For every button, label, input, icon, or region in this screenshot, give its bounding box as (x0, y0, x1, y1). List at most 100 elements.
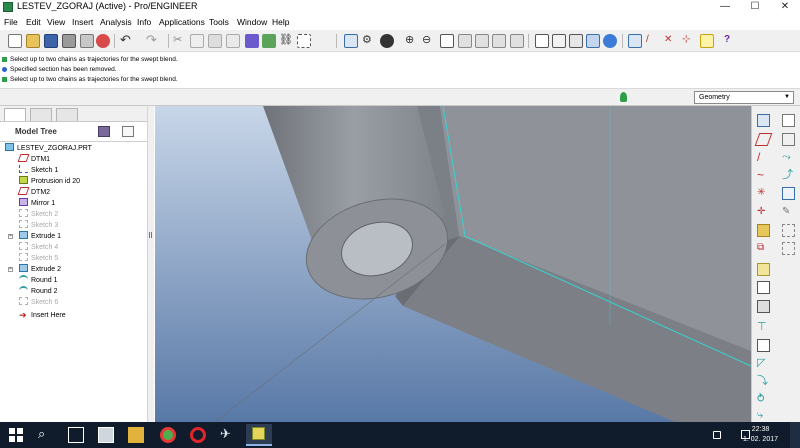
datum-points-icon[interactable]: ✕ (664, 34, 678, 48)
wireframe-icon[interactable] (535, 34, 549, 48)
zoom-in-icon[interactable]: ⊕ (405, 34, 419, 48)
view-manager-icon[interactable] (510, 34, 524, 48)
datum-plane-tool-icon[interactable] (782, 114, 795, 127)
search-icon[interactable]: ⌕ (38, 427, 54, 443)
extrude-tool-icon[interactable] (757, 224, 770, 237)
regenerate-icon[interactable] (245, 34, 259, 48)
find-icon[interactable]: ⛓ (279, 34, 293, 48)
tree-item-sketch2[interactable]: Sketch 2 (19, 209, 58, 220)
coordinate-systems-icon[interactable]: ⊹ (682, 34, 696, 48)
round-tool-icon[interactable] (757, 339, 770, 352)
minimize-button[interactable]: — (710, 0, 740, 14)
paste-special-icon[interactable] (226, 34, 240, 48)
draft-tool-icon[interactable]: ⊤ (757, 321, 770, 334)
tree-item-protrusion[interactable]: Protrusion id 20 (19, 176, 80, 187)
axis-tool-icon[interactable]: / (757, 151, 770, 164)
tree-item-mirror1[interactable]: Mirror 1 (19, 198, 55, 209)
tree-settings-icon[interactable] (98, 126, 110, 137)
context-help-icon[interactable]: ? (724, 34, 738, 48)
send-mail-icon[interactable] (80, 34, 94, 48)
chamfer-tool-icon[interactable]: ◸ (757, 357, 770, 370)
tree-item-round1[interactable]: Round 1 (19, 275, 57, 286)
tree-item-sketch6[interactable]: Sketch 6 (19, 297, 58, 308)
new-file-icon[interactable] (8, 34, 22, 48)
save-icon[interactable] (44, 34, 58, 48)
annotation-tool-icon[interactable] (782, 187, 795, 200)
close-button[interactable]: ✕ (770, 0, 800, 14)
tab-model-tree[interactable] (4, 108, 26, 121)
tree-item-sketch5[interactable]: Sketch 5 (19, 253, 58, 264)
refit-icon[interactable] (440, 34, 454, 48)
rib-tool-icon[interactable] (757, 300, 770, 313)
shell-tool-icon[interactable] (757, 281, 770, 294)
mirror-tool-icon[interactable]: ⥁ (757, 393, 770, 406)
maximize-button[interactable]: ☐ (740, 0, 770, 14)
tree-item-sketch1[interactable]: Sketch 1 (19, 165, 58, 176)
tab-favorites[interactable] (56, 108, 78, 121)
select-box-icon[interactable] (297, 34, 311, 48)
datum-planes-icon[interactable] (628, 34, 642, 48)
regen-manager-icon[interactable] (262, 34, 276, 48)
print-icon[interactable] (62, 34, 76, 48)
menu-help[interactable]: Help (272, 17, 289, 27)
hole-tool-icon[interactable] (757, 263, 770, 276)
menu-tools[interactable]: Tools (209, 17, 229, 27)
datum-axes-icon[interactable]: / (646, 34, 660, 48)
sketcher-icon[interactable] (344, 34, 358, 48)
copy-icon[interactable] (190, 34, 204, 48)
tree-item-extrude1[interactable]: Extrude 1 (19, 231, 61, 242)
offset-tool-icon[interactable] (782, 133, 795, 146)
saved-views-icon[interactable] (475, 34, 489, 48)
spin-center-icon[interactable]: ⚙ (362, 34, 376, 48)
menu-window[interactable]: Window (237, 17, 267, 27)
undo-icon[interactable]: ↶ (120, 33, 134, 48)
menu-insert[interactable]: Insert (72, 17, 93, 27)
tree-item-dtm2[interactable]: DTM2 (17, 187, 50, 198)
annotations-icon[interactable] (700, 34, 714, 48)
tree-item-sketch3[interactable]: Sketch 3 (19, 220, 58, 231)
tray-icon[interactable] (713, 431, 721, 439)
menu-edit[interactable]: Edit (26, 17, 41, 27)
layers-icon[interactable] (492, 34, 506, 48)
curve-tool-icon[interactable]: ⤳ (782, 151, 795, 164)
task-view-icon[interactable] (68, 427, 84, 443)
show-desktop-button[interactable] (790, 422, 800, 448)
tree-item-insert-here[interactable]: ➔ Insert Here (19, 310, 66, 321)
menu-info[interactable]: Info (137, 17, 151, 27)
tree-item-part[interactable]: LESTEV_ZGORAJ.PRT (5, 143, 92, 154)
menu-view[interactable]: View (47, 17, 65, 27)
enhanced-realism-icon[interactable] (603, 34, 617, 48)
csys-tool-icon[interactable]: ✛ (757, 206, 770, 219)
tree-item-extrude2[interactable]: Extrude 2 (19, 264, 61, 275)
point-tool-icon[interactable]: ✳ (757, 187, 770, 200)
merge-tool-icon[interactable]: ⤷ (757, 409, 770, 422)
taskbar-clock[interactable]: 22:38 1. 02. 2017 (743, 425, 778, 445)
pattern-tool-icon[interactable]: ⤵ (757, 375, 770, 388)
hidden-line-icon[interactable] (552, 34, 566, 48)
tree-item-round2[interactable]: Round 2 (19, 286, 57, 297)
app-icon[interactable]: ✈ (220, 427, 236, 443)
sketch-curve-icon[interactable]: ~ (757, 169, 770, 182)
tree-item-sketch4[interactable]: Sketch 4 (19, 242, 58, 253)
erase-icon[interactable] (96, 34, 110, 48)
tree-show-icon[interactable] (122, 126, 134, 137)
menu-analysis[interactable]: Analysis (100, 17, 132, 27)
zoom-out-icon[interactable]: ⊖ (422, 34, 436, 48)
chrome-icon[interactable] (160, 427, 176, 443)
start-button[interactable] (8, 427, 24, 443)
analysis-tool-icon[interactable]: ✎ (782, 206, 795, 219)
menu-file[interactable]: File (4, 17, 18, 27)
opera-icon[interactable] (190, 427, 206, 443)
proengineer-taskbar-button[interactable] (246, 424, 272, 446)
model-canvas[interactable] (155, 106, 751, 422)
tab-folder-browser[interactable] (30, 108, 52, 121)
revolve-tool-icon[interactable] (782, 224, 795, 237)
shaded-icon[interactable] (586, 34, 600, 48)
navigator-splitter[interactable] (147, 106, 154, 422)
shading-icon[interactable] (380, 34, 394, 48)
plane-tool-icon[interactable] (754, 133, 773, 146)
no-hidden-icon[interactable] (569, 34, 583, 48)
reorient-icon[interactable] (458, 34, 472, 48)
expand-icon[interactable]: + (8, 234, 13, 239)
menu-applications[interactable]: Applications (159, 17, 205, 27)
